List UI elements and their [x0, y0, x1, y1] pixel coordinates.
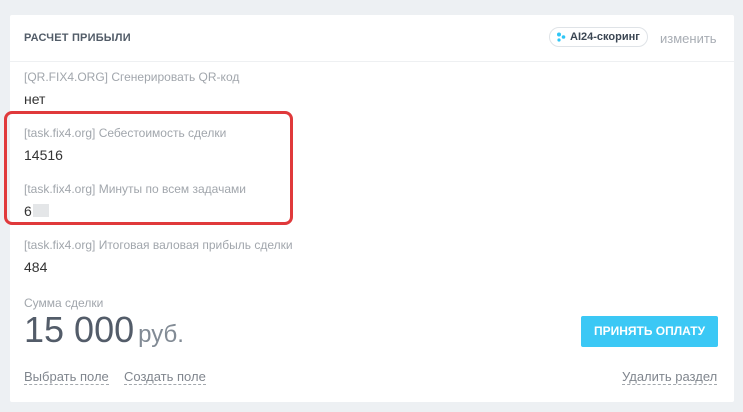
ai-scoring-label: AI24-скоринг [570, 31, 640, 43]
deal-sum: 15 000 руб. [24, 310, 184, 355]
deal-sum-currency: руб. [138, 321, 184, 348]
field-value: 484 [24, 259, 48, 275]
red-highlight-frame [4, 111, 293, 225]
select-field-link[interactable]: Выбрать поле [24, 369, 109, 385]
ai-scoring-icon [557, 32, 566, 42]
field-gross-profit: [task.fix4.org] Итоговая валовая прибыль… [24, 238, 293, 275]
card-header: РАСЧЕТ ПРИБЫЛИ AI24-скоринг изменить [10, 15, 734, 62]
change-link[interactable]: изменить [660, 31, 717, 46]
accept-payment-button[interactable]: ПРИНЯТЬ ОПЛАТУ [581, 316, 718, 347]
field-label: [QR.FIX4.ORG] Сгенерировать QR-код [24, 70, 240, 84]
create-field-link[interactable]: Создать поле [124, 369, 206, 385]
ai-scoring-badge[interactable]: AI24-скоринг [549, 27, 648, 47]
deal-sum-label: Сумма сделки [24, 296, 104, 310]
field-value: нет [24, 91, 46, 107]
profit-calculation-card: РАСЧЕТ ПРИБЫЛИ AI24-скоринг изменить [QR… [4, 15, 734, 402]
field-qr-code: [QR.FIX4.ORG] Сгенерировать QR-код нет [24, 70, 239, 107]
card-title: РАСЧЕТ ПРИБЫЛИ [24, 32, 131, 44]
delete-section-link[interactable]: Удалить раздел [622, 369, 718, 385]
field-label: [task.fix4.org] Итоговая валовая прибыль… [24, 238, 293, 252]
deal-sum-amount: 15 000 [24, 309, 135, 350]
